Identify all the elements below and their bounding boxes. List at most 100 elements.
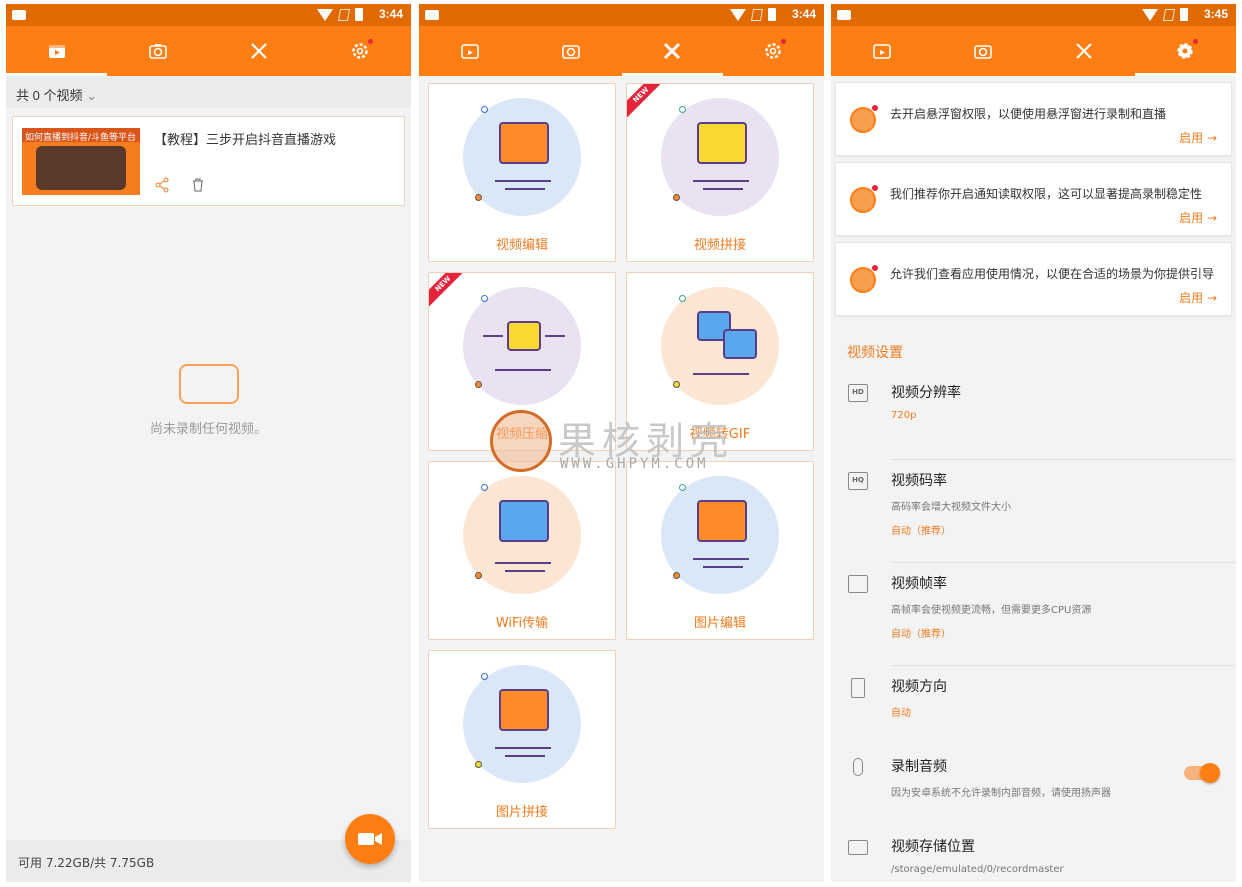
gear-icon (352, 43, 369, 59)
microphone-icon (853, 758, 863, 776)
settings-screen: 3:45 去开启悬浮窗权限，以便使用悬浮窗进行录制和直播 启用 → 我们推荐你开… (831, 4, 1236, 882)
tools-icon (1076, 43, 1092, 59)
tab-tools[interactable] (621, 26, 724, 76)
permission-card-overlay: 去开启悬浮窗权限，以便使用悬浮窗进行录制和直播 启用 → (835, 82, 1232, 156)
setting-record-audio[interactable]: 录制音频 因为安卓系统不允许录制内部音频，请使用扬声器 (831, 746, 1236, 826)
record-button[interactable] (345, 814, 395, 864)
deco-line (693, 180, 749, 182)
image-merge-icon (499, 689, 549, 731)
tab-settings[interactable] (310, 26, 411, 76)
tool-image-merge[interactable]: 图片拼接 (428, 650, 616, 829)
enable-button[interactable]: 启用 → (1179, 289, 1217, 306)
status-bar: 3:45 (831, 4, 1236, 26)
clock: 3:45 (1203, 7, 1228, 21)
video-title: 【教程】三步开启抖音直播游戏 (154, 133, 337, 148)
notification-dot (368, 39, 374, 44)
setting-title: 视频方向 (891, 679, 947, 695)
deco-dot (481, 106, 488, 113)
setting-value: 自动（推荐） (891, 526, 951, 537)
camera-icon (562, 45, 580, 59)
tab-bar (419, 26, 824, 76)
status-bar: 3:44 (419, 4, 824, 26)
permission-card-notification: 我们推荐你开启通知读取权限，这可以显著提高录制稳定性 启用 → (835, 162, 1232, 236)
camera-notification-icon (837, 10, 851, 20)
deco-line (505, 188, 545, 190)
clock: 3:44 (791, 7, 816, 21)
tab-videos[interactable] (831, 26, 932, 76)
section-title: 视频设置 (847, 345, 903, 361)
battery-icon (768, 8, 776, 21)
videos-screen: 3:44 共 0 个视频 ⌄ 如何直播到抖音/斗鱼等平台 【教程】三步开启抖音直… (6, 4, 411, 882)
deco-dot (679, 484, 686, 491)
enable-button[interactable]: 启用 → (1179, 129, 1217, 146)
enable-button[interactable]: 启用 → (1179, 209, 1217, 226)
tool-label: 视频拼接 (693, 238, 746, 253)
video-thumbnail: 如何直播到抖音/斗鱼等平台 (22, 128, 140, 195)
tool-video-compress[interactable]: NEW 视频压缩 (428, 272, 616, 451)
new-badge: NEW (429, 273, 469, 310)
tool-bg-circle (661, 287, 779, 405)
wifi-icon (317, 8, 333, 21)
no-signal-icon (750, 8, 764, 21)
gear-icon (1177, 43, 1194, 59)
phone-illustration (36, 146, 126, 190)
tools-grid: 视频编辑 NEW 视频拼接 NEW 视频压缩 视频转GIF WiFi传输 图片编… (419, 76, 824, 836)
video-count-dropdown[interactable]: 共 0 个视频 ⌄ (6, 76, 411, 108)
tools-screen: 3:44 视频编辑 NEW 视频拼接 NEW 视频压缩 视频转GIF WiFi传… (419, 4, 824, 882)
tools-icon (664, 42, 681, 60)
storage-text: 可用 7.22GB/共 7.75GB (18, 856, 155, 870)
setting-resolution[interactable]: HD 视频分辨率 720p (831, 372, 1236, 460)
tab-tools[interactable] (209, 26, 310, 76)
tool-wifi-transfer[interactable]: WiFi传输 (428, 461, 616, 640)
deco-line (483, 335, 503, 337)
permission-text: 去开启悬浮窗权限，以便使用悬浮窗进行录制和直播 (890, 107, 1167, 121)
tab-videos[interactable] (419, 26, 520, 76)
no-signal-icon (1162, 8, 1176, 21)
tab-screenshots[interactable] (107, 26, 208, 76)
tool-label: WiFi传输 (495, 616, 549, 631)
setting-desc: 高码率会增大视频文件大小 (891, 502, 1011, 513)
tool-video-gif[interactable]: 视频转GIF (626, 272, 814, 451)
check-badge-icon (850, 185, 878, 213)
setting-value: 自动（推荐） (891, 629, 951, 640)
empty-message: 尚未录制任何视频。 (149, 422, 267, 437)
deco-line (495, 747, 551, 749)
tab-screenshots[interactable] (520, 26, 621, 76)
share-icon[interactable] (154, 177, 170, 193)
tutorial-video-card[interactable]: 如何直播到抖音/斗鱼等平台 【教程】三步开启抖音直播游戏 (12, 116, 405, 206)
video-clip-icon (48, 45, 65, 58)
hd-icon: HD (848, 384, 868, 402)
tab-screenshots[interactable] (932, 26, 1033, 76)
tool-video-edit[interactable]: 视频编辑 (428, 83, 616, 262)
tab-videos[interactable] (6, 26, 108, 76)
camera-icon (149, 44, 167, 59)
setting-storage-location[interactable]: 视频存储位置 /storage/emulated/0/recordmaster (831, 826, 1236, 882)
deco-line (495, 369, 551, 371)
video-compress-icon (507, 321, 541, 351)
tool-label: 视频转GIF (689, 427, 751, 442)
tool-label: 图片拼接 (495, 805, 548, 820)
tool-video-merge[interactable]: NEW 视频拼接 (626, 83, 814, 262)
setting-title: 视频码率 (891, 473, 947, 489)
deco-dot (475, 761, 482, 768)
camera-icon (974, 45, 992, 59)
deco-dot (475, 381, 482, 388)
tool-image-edit[interactable]: 图片编辑 (626, 461, 814, 640)
delete-icon[interactable] (190, 177, 206, 193)
tool-label: 图片编辑 (693, 616, 746, 631)
deco-line (505, 755, 545, 757)
tab-settings[interactable] (723, 26, 824, 76)
record-audio-toggle[interactable] (1184, 763, 1220, 783)
setting-bitrate[interactable]: HQ 视频码率 高码率会增大视频文件大小 自动（推荐） (831, 460, 1236, 563)
tab-tools[interactable] (1034, 26, 1135, 76)
setting-orientation[interactable]: 视频方向 自动 (831, 666, 1236, 746)
setting-desc: /storage/emulated/0/recordmaster (891, 864, 1064, 875)
tab-settings[interactable] (1134, 26, 1236, 76)
clock: 3:44 (378, 7, 403, 21)
wifi-icon (730, 8, 746, 21)
deco-dot (481, 484, 488, 491)
setting-title: 视频分辨率 (891, 385, 961, 401)
setting-framerate[interactable]: 视频帧率 高帧率会使视频更流畅，但需要更多CPU资源 自动（推荐） (831, 563, 1236, 666)
deco-dot (475, 572, 482, 579)
screen-rotation-icon (851, 678, 865, 698)
